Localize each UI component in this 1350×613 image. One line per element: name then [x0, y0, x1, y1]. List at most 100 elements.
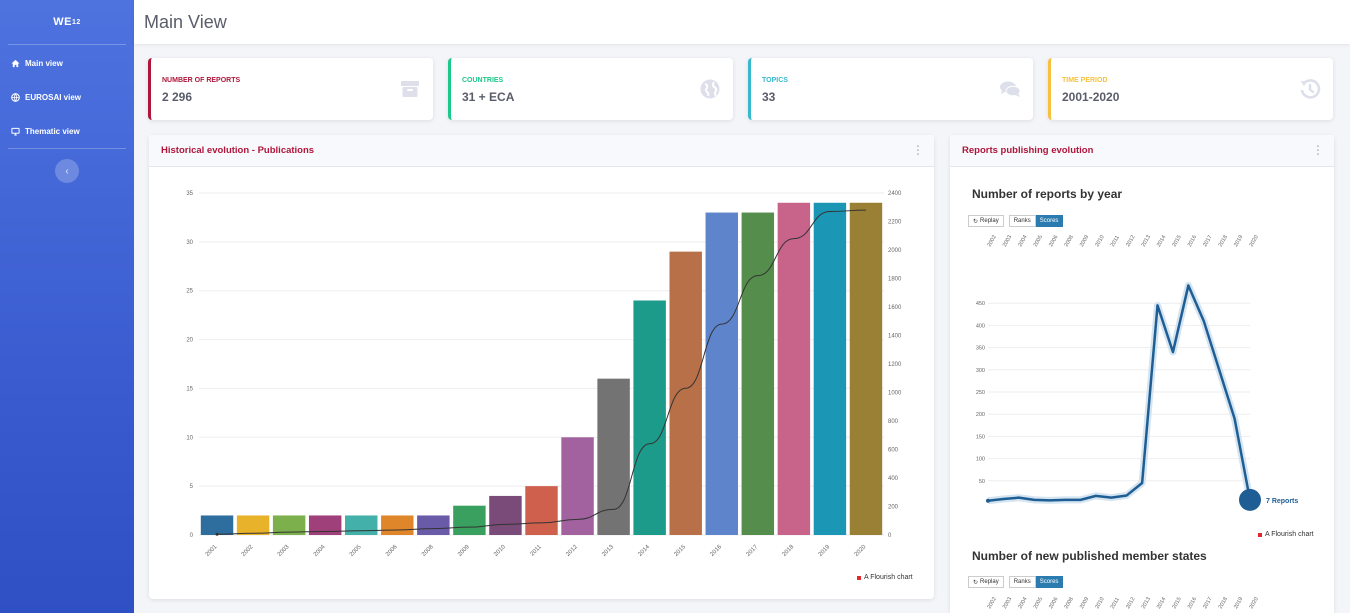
- y-tick-label: 0: [190, 533, 194, 539]
- y-tick-label: 25: [186, 289, 193, 295]
- x-tick-label: 2010: [493, 544, 507, 558]
- sidebar-item-thematic-view[interactable]: Thematic view: [0, 114, 134, 148]
- sidebar-item-eurosai-view[interactable]: EUROSAI view: [0, 80, 134, 114]
- x-tick-label: 2003: [277, 544, 291, 558]
- comments-icon: [1000, 81, 1021, 97]
- bar: [705, 212, 738, 536]
- y2-tick-label: 1800: [888, 277, 902, 283]
- bar: [741, 212, 775, 536]
- x-tick-label: 2005: [1033, 234, 1044, 248]
- chart-controls: ↻ Replay Ranks Scores: [968, 215, 1064, 227]
- sidebar: WE 12 Main view EUROSAI view Thematic vie…: [0, 0, 134, 613]
- x-tick-label: 2014: [637, 544, 651, 558]
- bar: [849, 202, 883, 535]
- page-title: Main View: [144, 11, 227, 32]
- historical-chart: 0 5 10 15 20 25 30 35 0 200 400 600 800 1000 1200 1400 1…: [186, 191, 902, 558]
- x-tick-label: 2004: [1017, 596, 1028, 610]
- x-tick-label: 2018: [782, 544, 796, 558]
- x-tick-label: 2012: [1125, 596, 1136, 610]
- sidebar-toggle-button[interactable]: ‹: [55, 159, 79, 183]
- x-tick-label: 2013: [1141, 596, 1152, 610]
- bar: [417, 515, 450, 535]
- replay-button[interactable]: ↻ Replay: [968, 576, 1004, 588]
- x-tick-label: 2005: [349, 544, 363, 558]
- flourish-credit-text: A Flourish chart: [864, 574, 913, 581]
- x-tick-label: 2017: [746, 544, 760, 558]
- kpi-card-time-period: TIME PERIOD 2001-2020: [1048, 58, 1333, 120]
- y2-tick-label: 1200: [888, 362, 902, 368]
- ranks-button[interactable]: Ranks: [1008, 215, 1036, 227]
- start-point: [986, 498, 990, 503]
- sidebar-item-main-view[interactable]: Main view: [0, 46, 134, 80]
- replay-label: Replay: [980, 218, 999, 224]
- x-tick-label: 2020: [1249, 596, 1260, 610]
- x-tick-label: 2012: [1125, 234, 1136, 248]
- sidebar-item-label: Thematic view: [25, 126, 80, 136]
- y2-tick-label: 2400: [888, 191, 902, 197]
- kpi-value: 31 + ECA: [462, 90, 515, 104]
- chart-title-member-states: Number of new published member states: [972, 549, 1207, 563]
- x-tick-label: 2001: [205, 544, 219, 558]
- more-options-icon[interactable]: · · ·: [916, 142, 920, 161]
- flourish-credit[interactable]: A Flourish chart: [857, 574, 913, 581]
- bar: [489, 495, 522, 535]
- bar: [633, 300, 666, 535]
- sidebar-item-label: EUROSAI view: [25, 92, 82, 102]
- sidebar-divider: [8, 148, 126, 149]
- chart-title-reports-by-year: Number of reports by year: [972, 187, 1123, 201]
- bar: [345, 515, 378, 535]
- replay-icon: ↻: [973, 579, 979, 586]
- brand-text: WE: [53, 16, 72, 28]
- kpi-label: NUMBER OF REPORTS: [162, 77, 241, 84]
- more-options-icon[interactable]: · · ·: [1316, 142, 1320, 161]
- panel-header: Reports publishing evolution · · ·: [950, 135, 1334, 167]
- x-tick-label: 2003: [1002, 596, 1013, 610]
- reports-publishing-panel: Reports publishing evolution · · · Number …: [950, 135, 1334, 613]
- brand-sup: 12: [71, 18, 81, 26]
- x-tick-label: 2013: [601, 544, 615, 558]
- y2-tick-label: 800: [888, 419, 899, 425]
- scores-button[interactable]: Scores: [1035, 576, 1064, 588]
- series-line-halo: [987, 281, 1254, 505]
- y-tick-label: 10: [186, 435, 193, 441]
- kpi-value: 2001-2020: [1062, 90, 1120, 104]
- y-tick-label: 30: [186, 240, 193, 246]
- y2-tick-label: 400: [888, 476, 899, 482]
- panel-header: Historical evolution - Publications · · ·: [149, 135, 934, 167]
- ranks-button[interactable]: Ranks: [1008, 576, 1036, 588]
- kpi-value: 33: [762, 90, 776, 104]
- x-tick-label: 2011: [1110, 597, 1121, 610]
- x-tick-label: 2015: [1171, 234, 1182, 248]
- panel-title: Reports publishing evolution: [962, 145, 1094, 156]
- replay-button[interactable]: ↻ Replay: [968, 215, 1004, 227]
- replay-icon: ↻: [973, 218, 979, 225]
- x-tick-label: 2002: [241, 544, 255, 558]
- flourish-credit[interactable]: A Flourish chart: [1258, 531, 1314, 538]
- home-icon: [10, 58, 20, 68]
- bar: [381, 515, 414, 535]
- brand-logo[interactable]: WE 12: [0, 0, 134, 44]
- y-tick-label: 20: [186, 338, 193, 344]
- bar: [525, 486, 558, 535]
- x-tick-label: 2004: [1017, 234, 1028, 248]
- x-tick-label: 2015: [1171, 596, 1182, 610]
- x-tick-label: 2002: [987, 596, 998, 610]
- x-tick-label: 2003: [1002, 234, 1013, 248]
- mode-toggle: Ranks Scores: [1008, 576, 1064, 588]
- flourish-logo-icon: [1258, 532, 1262, 537]
- kpi-card-reports: NUMBER OF REPORTS 2 296: [148, 58, 433, 120]
- x-tick-label: 2006: [1048, 234, 1059, 248]
- scores-button[interactable]: Scores: [1035, 215, 1064, 227]
- chevron-left-icon: ‹: [65, 165, 69, 177]
- y-tick-label: 400: [976, 323, 985, 329]
- y2-tick-label: 600: [888, 448, 899, 454]
- bar: [813, 202, 847, 535]
- y-tick-label: 200: [976, 412, 985, 418]
- y-tick-label: 15: [186, 386, 193, 392]
- monitor-icon: [10, 126, 20, 136]
- kpi-value: 2 296: [162, 90, 193, 104]
- sidebar-item-label: Main view: [25, 58, 63, 68]
- y2-tick-label: 1000: [888, 391, 902, 397]
- x-tick-label: 2016: [1187, 234, 1198, 248]
- x-tick-label: 2018: [1218, 596, 1229, 610]
